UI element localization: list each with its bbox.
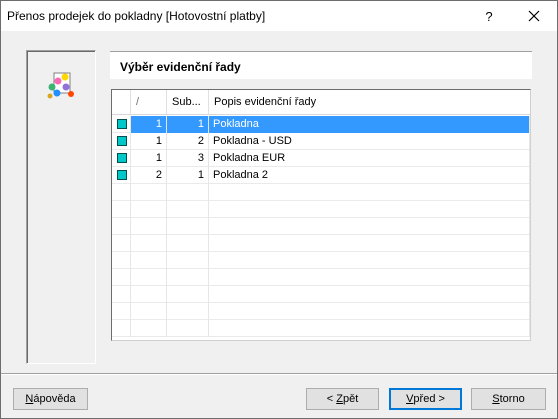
close-button[interactable] [511,1,557,31]
table-row[interactable]: 1 3 Pokladna EUR [112,150,530,167]
window-title: Přenos prodejek do pokladny [Hotovostní … [7,9,266,23]
back-button[interactable]: < Zpět [306,388,379,410]
next-button[interactable]: Vpřed > [389,388,462,410]
row-sub: 3 [167,150,209,167]
empty-row [112,320,530,337]
row-marker-icon [117,153,127,163]
section-header: Výběr evidenční řady [110,51,532,79]
footer-divider [1,373,557,375]
table-row[interactable]: 1 1 Pokladna [112,116,530,133]
empty-row [112,252,530,269]
help-button[interactable]: Nápověda [13,388,88,410]
table-row[interactable]: 1 2 Pokladna - USD [112,133,530,150]
empty-row [112,286,530,303]
empty-row [112,184,530,201]
empty-row [112,218,530,235]
row-sub: 1 [167,116,209,133]
help-icon: ? [485,8,493,24]
cancel-button[interactable]: Storno [471,388,546,410]
row-description: Pokladna 2 [209,167,530,184]
row-marker-icon [117,136,127,146]
column-header-number[interactable]: / [131,90,167,115]
row-marker-icon [117,170,127,180]
wizard-side-panel [26,50,96,364]
column-header-select[interactable] [112,90,131,115]
series-grid[interactable]: / Sub... Popis evidenční řady 1 1 Poklad… [111,89,531,341]
empty-row [112,269,530,286]
row-number: 1 [131,150,167,167]
row-description: Pokladna [209,116,530,133]
row-number: 1 [131,116,167,133]
row-description: Pokladna - USD [209,133,530,150]
empty-row [112,235,530,252]
column-header-description[interactable]: Popis evidenční řady [209,90,530,115]
row-sub: 2 [167,133,209,150]
row-number: 2 [131,167,167,184]
row-marker-icon [117,119,127,129]
wizard-dialog: Přenos prodejek do pokladny [Hotovostní … [0,0,558,419]
column-header-sub[interactable]: Sub... [167,90,209,115]
help-title-button[interactable]: ? [466,1,512,31]
grid-header: / Sub... Popis evidenční řady [112,90,530,115]
empty-row [112,303,530,320]
table-row[interactable]: 2 1 Pokladna 2 [112,167,530,184]
close-icon [528,10,540,22]
row-sub: 1 [167,167,209,184]
section-title: Výběr evidenční řady [120,60,241,74]
wizard-graphic-icon [47,72,74,99]
row-description: Pokladna EUR [209,150,530,167]
title-bar: Přenos prodejek do pokladny [Hotovostní … [1,1,557,31]
row-number: 1 [131,133,167,150]
empty-row [112,201,530,218]
